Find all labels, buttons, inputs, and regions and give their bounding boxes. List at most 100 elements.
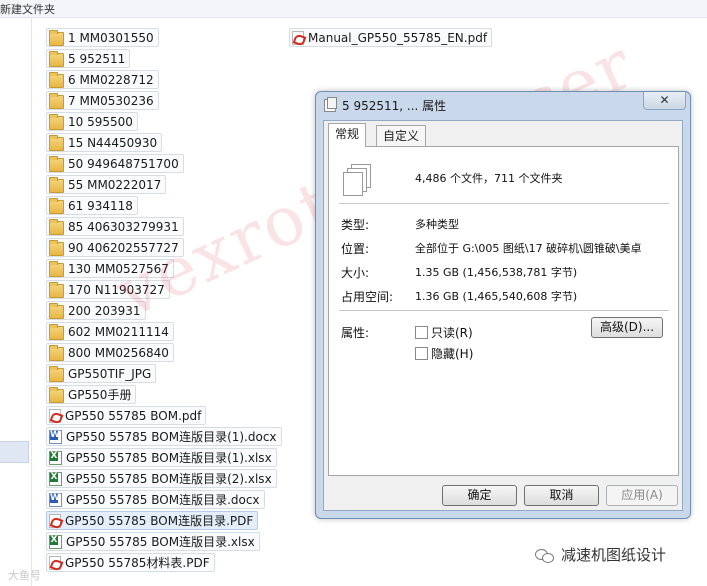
pdf-file-icon <box>49 555 61 570</box>
folder-icon <box>49 50 64 67</box>
folder-icon <box>49 218 64 235</box>
folder-item[interactable]: 1 MM0301550 <box>46 28 159 47</box>
folder-icon <box>49 71 64 88</box>
folder-icon <box>49 29 64 46</box>
file-item[interactable]: GP550 55785 BOM连版目录.PDF <box>46 511 259 530</box>
file-name: GP550TIF_JPG <box>68 366 152 381</box>
folder-item[interactable]: 85 406303279931 <box>46 217 184 236</box>
checkbox-box[interactable] <box>415 326 428 339</box>
file-name: GP550 55785 BOM连版目录(1).docx <box>66 430 277 444</box>
file-name: GP550 55785 BOM连版目录(2).xlsx <box>66 472 272 486</box>
wechat-icon <box>535 547 555 563</box>
folder-item[interactable]: 800 MM0256840 <box>46 343 174 362</box>
file-item[interactable]: GP550 55785 BOM连版目录.xlsx <box>46 532 260 551</box>
file-name: 15 N44450930 <box>68 135 158 150</box>
file-name: 55 MM0222017 <box>68 177 162 192</box>
folder-item[interactable]: 10 595500 <box>46 112 138 131</box>
folder-icon <box>49 323 64 340</box>
navigation-selected-item[interactable] <box>0 441 29 463</box>
file-name: 5 952511 <box>68 51 126 66</box>
close-icon: ✕ <box>659 93 670 107</box>
folder-item[interactable]: 6 MM0228712 <box>46 70 159 89</box>
ok-button[interactable]: 确定 <box>442 485 517 506</box>
file-item[interactable]: GP550 55785 BOM连版目录(2).xlsx <box>46 469 277 488</box>
hidden-label: 隐藏(H) <box>431 347 474 361</box>
type-value: 多种类型 <box>415 218 459 231</box>
dialog-title-bar: 5 952511, ... 属性 <box>324 96 446 114</box>
file-item[interactable]: Manual_GP550_55785_EN.pdf <box>289 28 493 47</box>
folder-icon <box>49 344 64 361</box>
word-file-icon <box>49 429 62 444</box>
file-name: 7 MM0530236 <box>68 93 154 108</box>
folder-item[interactable]: 15 N44450930 <box>46 133 163 152</box>
folder-icon <box>49 281 64 298</box>
readonly-label: 只读(R) <box>431 326 473 340</box>
folder-item[interactable]: 61 934118 <box>46 196 138 215</box>
file-item[interactable]: GP550 55785材料表.PDF <box>46 553 215 572</box>
file-name: 1 MM0301550 <box>68 30 154 45</box>
folder-icon <box>49 260 64 277</box>
dialog-title: 5 952511, ... 属性 <box>342 98 447 113</box>
file-name: Manual_GP550_55785_EN.pdf <box>308 30 488 45</box>
hidden-checkbox[interactable]: 隐藏(H) <box>415 345 473 362</box>
navigation-pane[interactable] <box>0 18 32 586</box>
attributes-label: 属性: <box>341 326 370 340</box>
folder-icon <box>49 92 64 109</box>
checkbox-box[interactable] <box>415 347 428 360</box>
folder-icon <box>49 386 64 403</box>
tab-custom[interactable]: 自定义 <box>376 125 427 147</box>
folder-icon <box>49 176 64 193</box>
file-item[interactable]: GP550 55785 BOM连版目录(1).xlsx <box>46 448 277 467</box>
type-label: 类型: <box>341 218 370 232</box>
close-button[interactable]: ✕ <box>643 92 686 110</box>
excel-file-icon <box>49 534 62 549</box>
folder-icon <box>49 113 64 130</box>
window-title-bar: 新建文件夹 <box>0 0 707 18</box>
file-item[interactable]: GP550 55785 BOM连版目录.docx <box>46 490 265 509</box>
excel-file-icon <box>49 471 62 486</box>
folder-icon <box>49 365 64 382</box>
divider <box>339 310 669 311</box>
window-title: 新建文件夹 <box>0 3 55 16</box>
file-name: 61 934118 <box>68 198 133 213</box>
folder-item[interactable]: 55 MM0222017 <box>46 175 167 194</box>
corner-logo: 大鱼号 <box>8 569 41 582</box>
size-label: 大小: <box>341 266 370 280</box>
general-tab-panel: 4,486 个文件，711 个文件夹 类型: 多种类型 位置: 全部位于 G:\… <box>328 146 679 476</box>
folder-item[interactable]: 50 949648751700 <box>46 154 184 173</box>
file-item[interactable]: GP550 55785 BOM.pdf <box>46 406 207 425</box>
folder-item[interactable]: 7 MM0530236 <box>46 91 159 110</box>
dialog-body: 常规 自定义 4,486 个文件，711 个文件夹 类型: 多种类型 位置: 全… <box>323 120 683 511</box>
folder-icon <box>49 239 64 256</box>
file-name: 602 MM0211114 <box>68 324 169 339</box>
file-name: GP550 55785材料表.PDF <box>65 556 210 570</box>
folder-item[interactable]: GP550TIF_JPG <box>46 364 157 383</box>
folder-item[interactable]: 5 952511 <box>46 49 131 68</box>
folder-item[interactable]: GP550手册 <box>46 385 137 404</box>
folder-icon <box>49 155 64 172</box>
file-name: 10 595500 <box>68 114 133 129</box>
summary-count: 4,486 个文件，711 个文件夹 <box>415 172 563 185</box>
file-name: 50 949648751700 <box>68 156 179 171</box>
file-name: GP550 55785 BOM连版目录(1).xlsx <box>66 451 272 465</box>
pdf-file-icon <box>49 513 61 528</box>
folder-icon <box>49 302 64 319</box>
location-value: 全部位于 G:\005 图纸\17 破碎机\圆锥破\美卓 <box>415 242 642 255</box>
file-name: GP550 55785 BOM连版目录.PDF <box>65 514 254 528</box>
readonly-checkbox[interactable]: 只读(R) <box>415 324 473 341</box>
file-stack-icon <box>343 164 371 196</box>
size-on-disk-value: 1.36 GB (1,465,540,608 字节) <box>415 290 578 303</box>
tab-general[interactable]: 常规 <box>328 123 367 147</box>
file-item[interactable]: GP550 55785 BOM连版目录(1).docx <box>46 427 282 446</box>
multiple-files-icon <box>324 96 337 112</box>
cancel-button[interactable]: 取消 <box>524 485 599 506</box>
pdf-file-icon <box>292 30 304 45</box>
file-name: 85 406303279931 <box>68 219 179 234</box>
divider <box>339 203 669 204</box>
file-name: 800 MM0256840 <box>68 345 169 360</box>
apply-button[interactable]: 应用(A) <box>606 485 678 506</box>
folder-icon <box>49 134 64 151</box>
advanced-button[interactable]: 高级(D)... <box>591 317 663 338</box>
properties-dialog: 5 952511, ... 属性 ✕ 常规 自定义 4,486 个文件，711 … <box>315 91 691 519</box>
location-label: 位置: <box>341 242 370 256</box>
